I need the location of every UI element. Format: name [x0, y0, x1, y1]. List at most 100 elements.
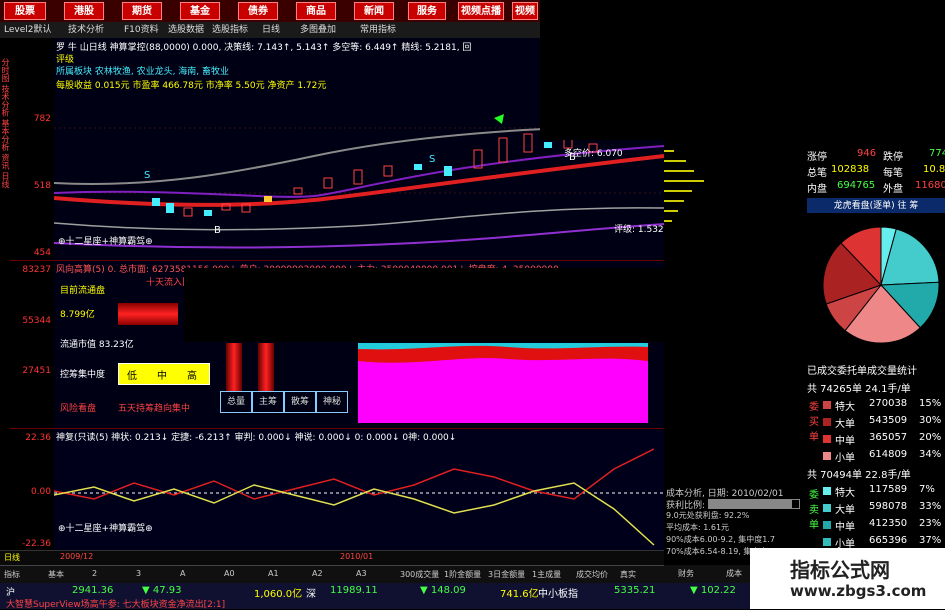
indicator-axis: 22.36 0.00 -22.36: [10, 428, 55, 551]
period-label[interactable]: 日线: [4, 552, 20, 563]
cost-tab[interactable]: 成本: [726, 568, 742, 579]
sz-change: ▼ 148.09: [420, 585, 466, 596]
yellow-indicator-line: [54, 482, 655, 546]
sz-label: 深: [306, 589, 316, 600]
toolbar-tech[interactable]: 技术分析: [68, 23, 104, 37]
candle: [183, 207, 193, 217]
index-tab-row: 指标 基本 2 3 A A0 A1 A2 A3 300成交量 1阶金额量 3日金额量 1主成量 成交均价 真…: [0, 565, 750, 584]
indicator-tab[interactable]: 3日金额量: [488, 569, 525, 580]
menu-video2[interactable]: 视频: [512, 2, 538, 20]
stat-title: 已成交委托单成交量统计: [807, 366, 917, 377]
total-button[interactable]: 总量: [220, 391, 252, 413]
indicator-tab[interactable]: 基本: [48, 569, 64, 580]
ind-tick: 22.36: [25, 433, 51, 443]
indicator-tab[interactable]: 3: [136, 569, 141, 578]
indicator-tab[interactable]: 2: [92, 569, 97, 578]
candle: [444, 166, 452, 176]
main-chip-button[interactable]: 主筹: [252, 391, 284, 413]
s-marker: S: [144, 170, 150, 181]
order-volume: 598078: [869, 501, 908, 512]
toolbar-daily[interactable]: 日线: [262, 23, 280, 37]
menu-hk[interactable]: 港股: [64, 2, 104, 20]
toolbar-f10[interactable]: F10资料: [124, 23, 159, 37]
indicator-tab[interactable]: 指标: [4, 569, 20, 580]
vol-tick: 83237: [22, 265, 51, 275]
mystery-button[interactable]: 神秘: [316, 391, 348, 413]
order-pct: 33%: [919, 501, 942, 512]
indicator-tab[interactable]: 成交均价: [576, 569, 608, 580]
order-pct: 30%: [919, 415, 942, 426]
zx-change: ▼ 102.22: [690, 585, 736, 596]
indicator-tab[interactable]: A1: [268, 569, 279, 578]
status-ticker: 大智慧SuperView场高午参: 七大板块资金净流出[2:1]: [6, 600, 226, 610]
order-pct: 23%: [919, 518, 942, 529]
menu-video[interactable]: 视频点播: [458, 2, 504, 20]
ind-tick: -22.36: [21, 539, 51, 549]
level-low[interactable]: 低: [127, 367, 137, 382]
indicator-tab[interactable]: A3: [356, 569, 367, 578]
float-bar: [118, 303, 178, 325]
toolbar-select-data[interactable]: 选股数据: [168, 23, 204, 37]
indicator-formula-label: ⊕十二星座+神算霸驾⊕: [58, 524, 153, 534]
legend-swatch: [823, 418, 831, 426]
legend-swatch: [823, 538, 831, 546]
indicator-panel[interactable]: 神复(只读(5) 神状: 0.213↓ 定捷: -6.213↑ 审判: 0.00…: [54, 428, 664, 551]
legend-swatch: [823, 401, 831, 409]
watermark-url: www.zbgs3.com: [790, 582, 927, 600]
toolbar: Level2默认 技术分析 F10资料 选股数据 选股指标 日线 多图叠加 常用…: [0, 22, 540, 39]
order-size: 大单: [835, 505, 855, 516]
toolbar-common[interactable]: 常用指标: [360, 23, 396, 37]
order-size: 中单: [835, 522, 855, 533]
sz-amount: 741.6亿: [500, 589, 539, 600]
buy-row: 大单 543509 30%: [807, 415, 945, 430]
zx-label: 中小板指: [538, 589, 578, 600]
cost-line: 90%成本6.00-9.2, 集中度1.7: [666, 535, 776, 544]
level-high[interactable]: 高: [187, 367, 197, 382]
order-size: 中单: [835, 436, 855, 447]
chip-bar: [258, 343, 274, 391]
fundamentals-info: 每股收益 0.015元 市盈率 466.78元 市净率 5.50元 净资产 1.…: [56, 81, 327, 91]
price-tick: 518: [33, 181, 51, 191]
indicator-tab[interactable]: 1阶金额量: [444, 569, 481, 580]
indicator-tab[interactable]: A2: [312, 569, 323, 578]
legend-swatch: [823, 521, 831, 529]
indicator-tab[interactable]: 1主成量: [532, 569, 561, 580]
profit-bar: [708, 499, 800, 509]
pie-title[interactable]: 龙虎看盘(逐单) 往 筹: [807, 198, 945, 213]
menu-bonds[interactable]: 债券: [238, 2, 278, 20]
indicator-tab[interactable]: 真实: [620, 569, 636, 580]
finance-tab[interactable]: 财务: [678, 568, 694, 579]
candle: [264, 196, 272, 202]
sell-total: 共 70494单 22.8手/单: [807, 470, 911, 481]
order-volume: 665396: [869, 535, 908, 546]
toolbar-select-ind[interactable]: 选股指标: [212, 23, 248, 37]
sh-change: ▼ 47.93: [142, 585, 182, 596]
menu-futures[interactable]: 期货: [122, 2, 162, 20]
sell-row: 大单 598078 33%: [807, 501, 945, 516]
watermark: 指标公式网 www.zbgs3.com: [750, 548, 945, 609]
order-volume: 365057: [869, 432, 908, 443]
order-pct: 7%: [919, 484, 935, 495]
menu-funds[interactable]: 基金: [180, 2, 220, 20]
indicator-tab[interactable]: 300成交量: [400, 569, 439, 580]
blank-area: [540, 0, 945, 140]
menu-stocks[interactable]: 股票: [4, 2, 46, 20]
candle: [523, 133, 533, 153]
toolbar-overlay[interactable]: 多图叠加: [300, 23, 336, 37]
candle: [323, 177, 333, 189]
sh-value: 2941.36: [72, 585, 114, 596]
menu-service[interactable]: 服务: [408, 2, 446, 20]
toolbar-level2[interactable]: Level2默认: [4, 23, 51, 37]
control-level-box: 低 中 高: [118, 363, 210, 385]
level-mid[interactable]: 中: [157, 367, 167, 382]
control-label: 控筹集中度: [60, 370, 106, 380]
retail-chip-button[interactable]: 散筹: [284, 391, 316, 413]
indicator-tab[interactable]: A: [180, 569, 185, 578]
menu-goods[interactable]: 商品: [296, 2, 336, 20]
order-volume: 543509: [869, 415, 908, 426]
red-indicator-line: [54, 448, 655, 500]
formula-label: ⊕十二星座+神算霸驾⊕: [58, 237, 153, 247]
top-menu-bar: 股票 港股 期货 基金 债券 商品 新闻 服务 视频点播 视频: [0, 0, 540, 22]
menu-news[interactable]: 新闻: [354, 2, 394, 20]
indicator-tab[interactable]: A0: [224, 569, 235, 578]
